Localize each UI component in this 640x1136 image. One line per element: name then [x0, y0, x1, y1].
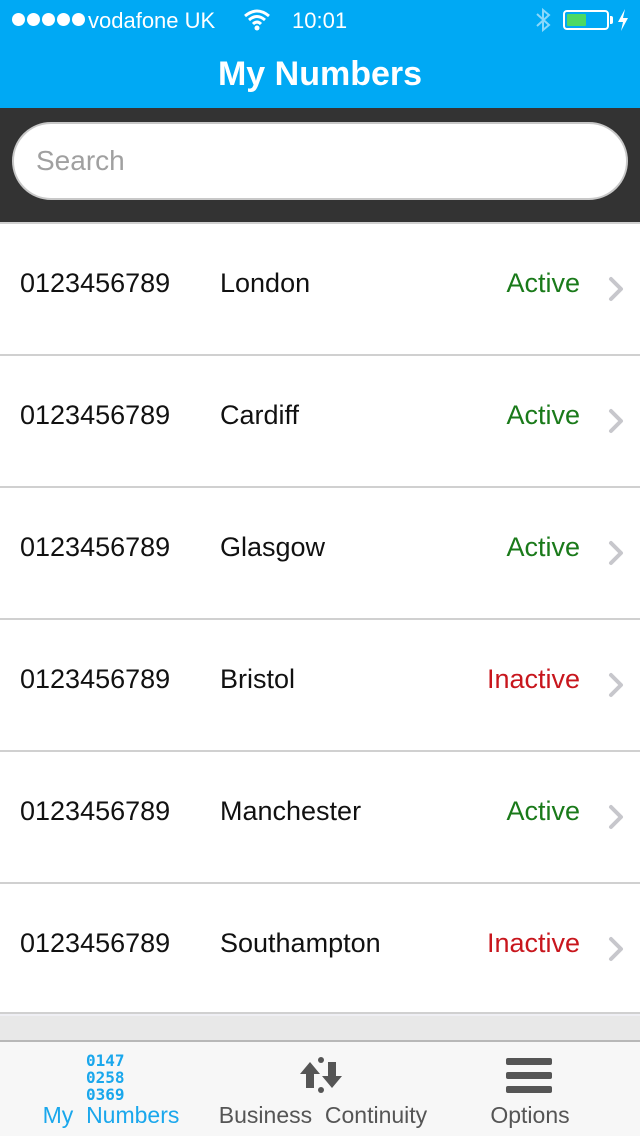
tab-business-continuity-label: Business Continuity — [218, 1102, 428, 1128]
battery-level-fill — [567, 14, 586, 26]
numbers-list: 0123456789 London Active 0123456789 Cardiff A… — [0, 222, 640, 1014]
battery-tip — [610, 16, 613, 24]
menu-icon — [506, 1058, 552, 1093]
chevron-right-icon — [609, 805, 623, 829]
status-label: Inactive — [486, 664, 580, 694]
status-time: 10:01 — [292, 8, 348, 33]
icon-digits-row: 0147 — [86, 1051, 125, 1070]
battery-icon — [563, 10, 609, 30]
arrows-icon — [300, 1057, 342, 1093]
charging-icon — [618, 9, 628, 31]
phone-number: 0123456789 — [20, 928, 171, 958]
phone-number: 0123456789 — [20, 400, 171, 430]
list-item[interactable]: 0123456789 Southampton Inactive — [0, 882, 640, 1014]
tab-options-label: Options — [490, 1102, 570, 1128]
carrier-name: vodafone UK — [88, 8, 216, 33]
phone-number: 0123456789 — [20, 664, 171, 694]
list-footer-spacer — [0, 1016, 640, 1040]
tab-business-continuity[interactable]: Business Continuity — [206, 1042, 440, 1136]
tab-my-numbers-label: My Numbers — [42, 1102, 180, 1128]
number-grid-icon: 0147 0258 0369 — [86, 1052, 125, 1103]
status-label: Active — [506, 268, 580, 298]
navigation-bar: My Numbers — [0, 40, 640, 108]
bluetooth-icon — [536, 7, 551, 33]
page-title: My Numbers — [217, 55, 423, 93]
signal-strength-icon — [12, 13, 85, 26]
status-bar: vodafone UK 10:01 — [0, 0, 640, 40]
status-label: Inactive — [486, 928, 580, 958]
list-item[interactable]: 0123456789 Manchester Active — [0, 750, 640, 882]
list-item[interactable]: 0123456789 Glasgow Active — [0, 486, 640, 618]
chevron-right-icon — [609, 937, 623, 961]
city-name: Bristol — [220, 664, 296, 694]
list-item[interactable]: 0123456789 Bristol Inactive — [0, 618, 640, 750]
tab-options[interactable]: Options — [450, 1042, 610, 1136]
wifi-icon — [244, 9, 270, 31]
tab-my-numbers[interactable]: 0147 0258 0369 My Numbers — [0, 1042, 222, 1136]
search-bar — [0, 108, 640, 222]
phone-number: 0123456789 — [20, 268, 171, 298]
city-name: Southampton — [220, 928, 381, 958]
city-name: Manchester — [220, 796, 362, 826]
city-name: London — [220, 268, 311, 298]
list-item[interactable]: 0123456789 Cardiff Active — [0, 354, 640, 486]
icon-digits-row: 0258 — [86, 1068, 125, 1087]
phone-number: 0123456789 — [20, 796, 171, 826]
status-label: Active — [506, 532, 580, 562]
status-label: Active — [506, 796, 580, 826]
chevron-right-icon — [609, 409, 623, 433]
chevron-right-icon — [609, 277, 623, 301]
search-input[interactable] — [12, 122, 628, 200]
chevron-right-icon — [609, 673, 623, 697]
icon-digits-row: 0369 — [86, 1085, 125, 1104]
phone-number: 0123456789 — [20, 532, 171, 562]
tab-bar: 0147 0258 0369 My Numbers Business Conti… — [0, 1040, 640, 1136]
chevron-right-icon — [609, 541, 623, 565]
city-name: Cardiff — [220, 400, 300, 430]
list-item[interactable]: 0123456789 London Active — [0, 222, 640, 354]
city-name: Glasgow — [220, 532, 326, 562]
status-label: Active — [506, 400, 580, 430]
